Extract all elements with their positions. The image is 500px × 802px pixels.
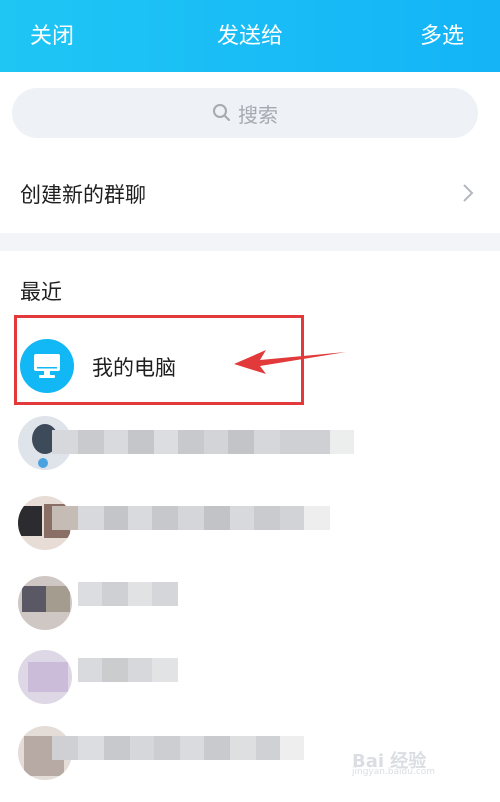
chevron-right-icon [463,184,474,202]
create-group-label: 创建新的群聊 [20,183,146,207]
list-item[interactable] [0,412,500,492]
search-icon [213,104,230,121]
top-bar: 关闭 发送给 多选 [0,0,500,72]
list-item[interactable] [0,492,500,572]
watermark: Bai 经验 jingyan.baidu.com [352,743,472,779]
list-item[interactable] [0,572,500,652]
avatar [18,576,72,630]
list-item[interactable] [0,646,500,726]
multiselect-button[interactable]: 多选 [420,22,464,52]
avatar [18,650,72,704]
create-group-row[interactable]: 创建新的群聊 [0,165,500,225]
search-bar[interactable]: 搜索 [12,88,478,138]
recent-section-title: 最近 [20,280,62,304]
watermark-url: jingyan.baidu.com [352,767,436,777]
annotation-arrow-icon [234,350,346,374]
search-input[interactable]: 搜索 [12,88,478,138]
section-divider [0,233,500,251]
search-placeholder: 搜索 [238,102,278,127]
